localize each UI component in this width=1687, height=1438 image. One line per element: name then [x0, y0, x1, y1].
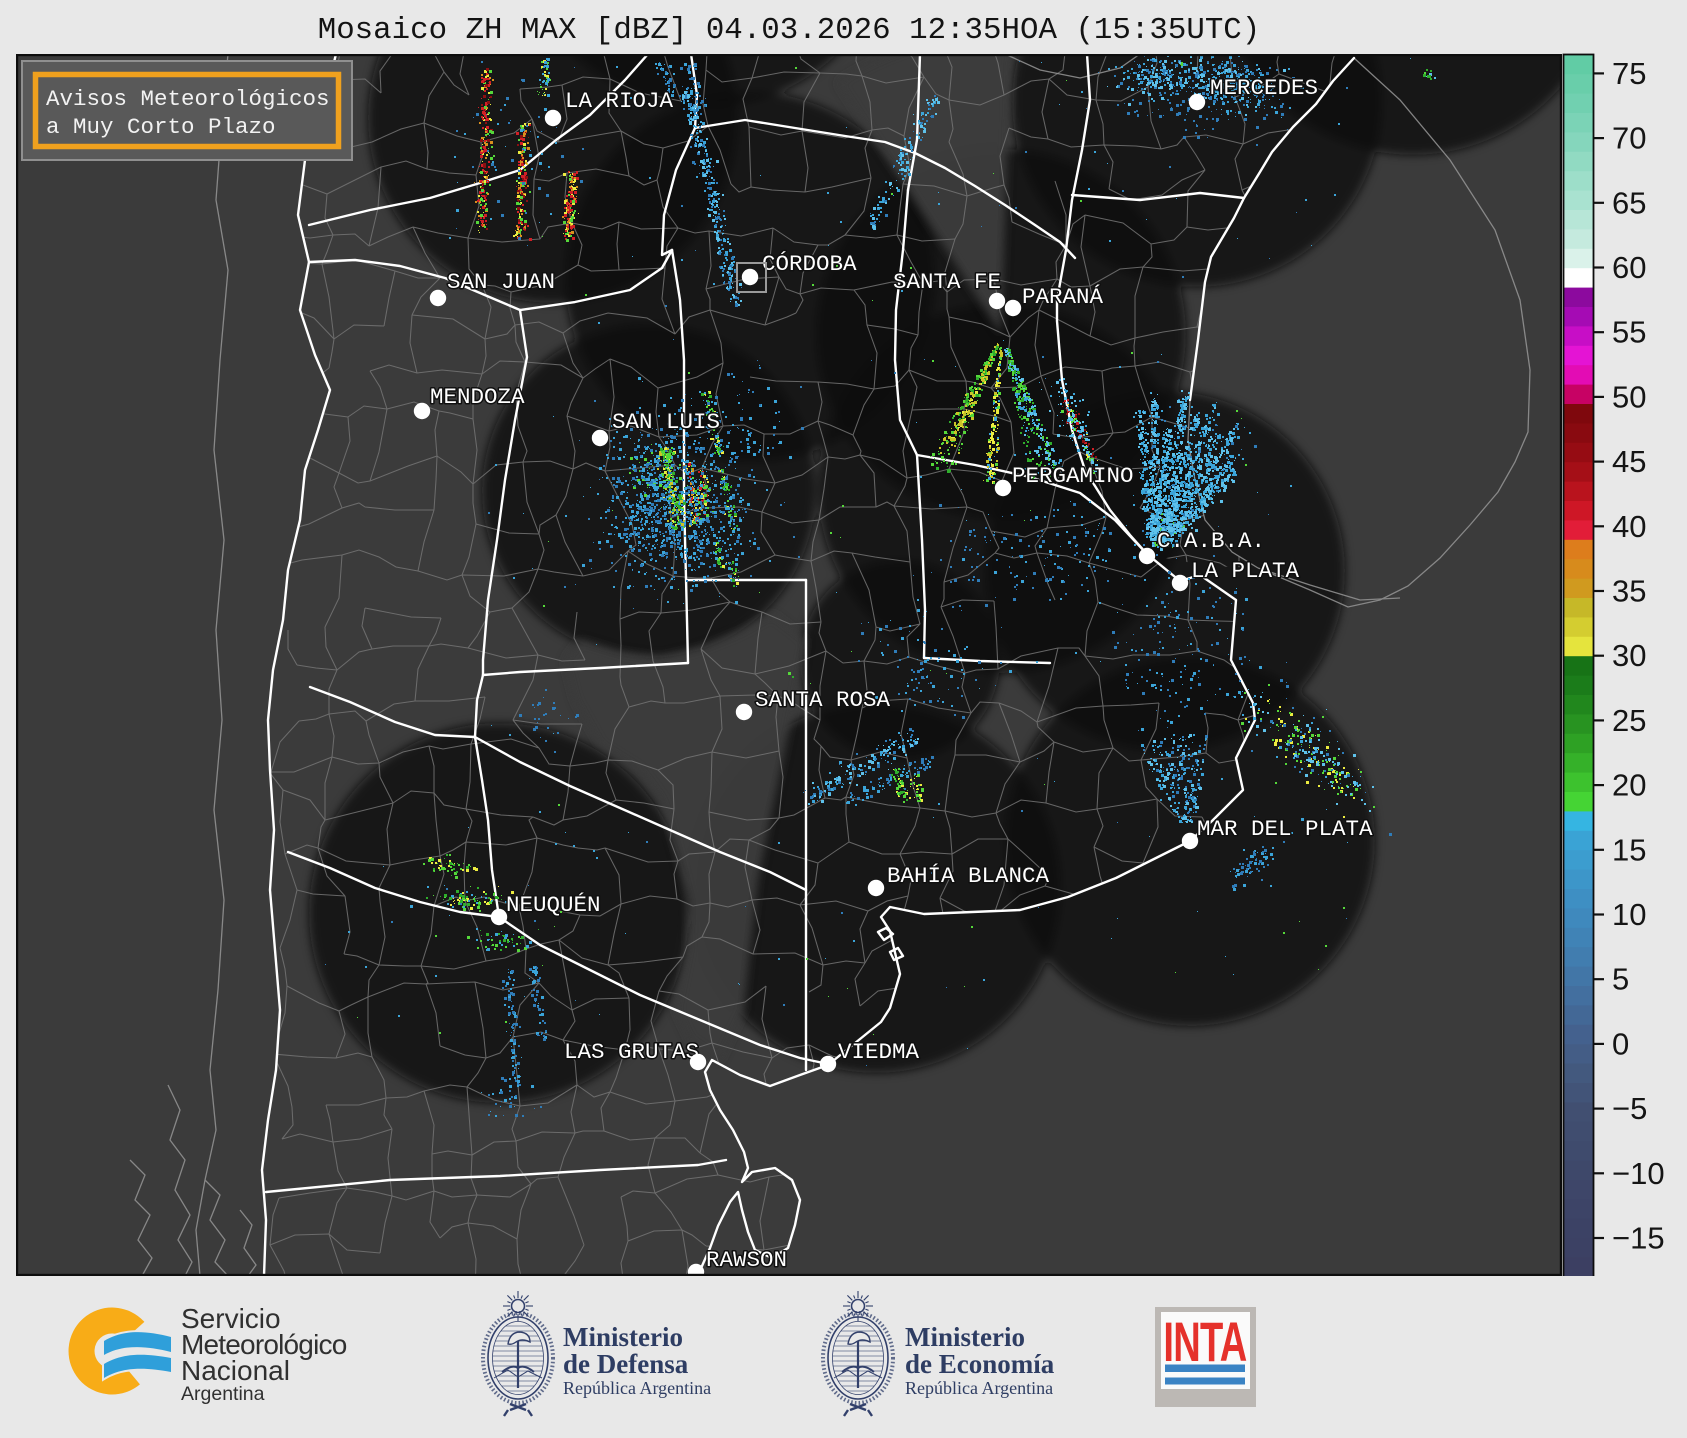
- svg-text:Avisos Meteorológicos: Avisos Meteorológicos: [46, 86, 330, 112]
- svg-text:República Argentina: República Argentina: [905, 1378, 1053, 1398]
- svg-text:60: 60: [1612, 250, 1646, 285]
- svg-text:0: 0: [1612, 1026, 1629, 1061]
- svg-text:Argentina: Argentina: [181, 1383, 265, 1405]
- svg-text:5: 5: [1612, 962, 1629, 997]
- svg-text:SANTA FE: SANTA FE: [893, 269, 1001, 295]
- svg-text:45: 45: [1612, 444, 1646, 479]
- svg-text:50: 50: [1612, 379, 1646, 414]
- svg-text:BAHÍA BLANCA: BAHÍA BLANCA: [887, 863, 1050, 889]
- svg-text:35: 35: [1612, 574, 1646, 609]
- svg-text:SANTA ROSA: SANTA ROSA: [755, 687, 891, 713]
- svg-text:CÓRDOBA: CÓRDOBA: [762, 251, 857, 277]
- svg-text:SAN LUIS: SAN LUIS: [612, 409, 720, 435]
- svg-text:MERCEDES: MERCEDES: [1210, 75, 1318, 101]
- svg-text:−15: −15: [1612, 1221, 1665, 1256]
- svg-text:de Defensa: de Defensa: [563, 1349, 689, 1379]
- svg-text:25: 25: [1612, 703, 1646, 738]
- svg-text:55: 55: [1612, 315, 1646, 350]
- svg-text:VIEDMA: VIEDMA: [838, 1039, 920, 1065]
- svg-text:PERGAMINO: PERGAMINO: [1012, 463, 1134, 489]
- svg-text:República Argentina: República Argentina: [563, 1378, 711, 1398]
- svg-text:30: 30: [1612, 638, 1646, 673]
- svg-text:LA RIOJA: LA RIOJA: [565, 88, 674, 114]
- svg-text:C.A.B.A.: C.A.B.A.: [1157, 528, 1265, 554]
- svg-text:NEUQUÉN: NEUQUÉN: [506, 892, 601, 918]
- svg-text:−10: −10: [1612, 1156, 1665, 1191]
- svg-text:MENDOZA: MENDOZA: [430, 384, 525, 410]
- svg-text:65: 65: [1612, 185, 1646, 220]
- svg-text:LA PLATA: LA PLATA: [1191, 558, 1300, 584]
- svg-text:de Economía: de Economía: [905, 1349, 1055, 1379]
- svg-text:70: 70: [1612, 121, 1646, 156]
- svg-text:Nacional: Nacional: [181, 1355, 290, 1386]
- svg-text:MAR DEL PLATA: MAR DEL PLATA: [1197, 816, 1373, 842]
- svg-text:PARANÁ: PARANÁ: [1022, 284, 1104, 310]
- svg-text:SAN JUAN: SAN JUAN: [447, 269, 555, 295]
- svg-text:LAS GRUTAS: LAS GRUTAS: [564, 1039, 699, 1065]
- svg-text:Ministerio: Ministerio: [905, 1322, 1025, 1352]
- svg-text:10: 10: [1612, 897, 1646, 932]
- svg-text:40: 40: [1612, 509, 1646, 544]
- svg-text:75: 75: [1612, 56, 1646, 91]
- svg-text:RAWSON: RAWSON: [706, 1247, 787, 1273]
- svg-text:Ministerio: Ministerio: [563, 1322, 683, 1352]
- svg-text:a Muy Corto Plazo: a Muy Corto Plazo: [46, 114, 276, 140]
- svg-text:15: 15: [1612, 832, 1646, 867]
- svg-text:20: 20: [1612, 768, 1646, 803]
- svg-text:−5: −5: [1612, 1091, 1647, 1126]
